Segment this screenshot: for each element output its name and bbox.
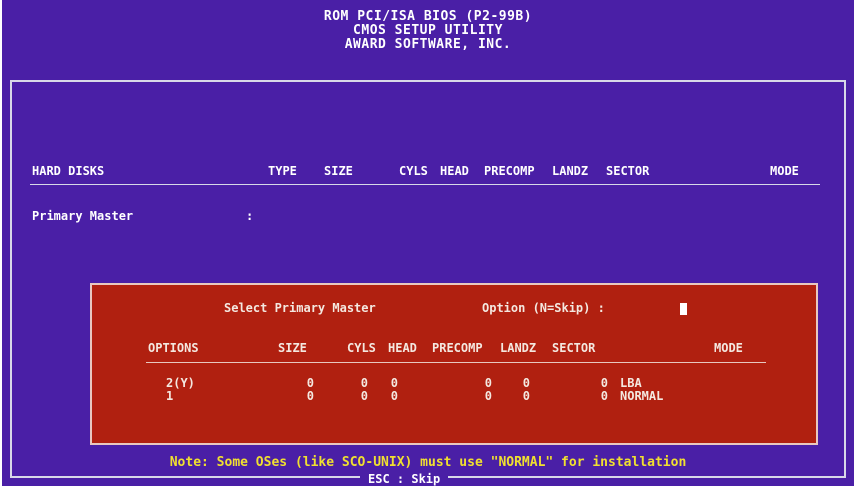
col-precomp: PRECOMP xyxy=(484,164,535,178)
col-hard-disks: HARD DISKS xyxy=(32,164,105,178)
dcol-sector: SECTOR xyxy=(552,341,596,355)
vendor-title: AWARD SOFTWARE, INC. xyxy=(344,37,512,52)
col-size: SIZE xyxy=(324,164,353,178)
option-size: 0 xyxy=(306,389,314,403)
dcol-precomp: PRECOMP xyxy=(432,341,483,355)
dcol-landz: LANDZ xyxy=(500,341,537,355)
option-mode: LBA xyxy=(620,376,642,390)
option-cyls: 0 xyxy=(360,389,368,403)
bios-screen: ROM PCI/ISA BIOS (P2-99B) CMOS SETUP UTI… xyxy=(2,0,854,486)
bios-header: ROM PCI/ISA BIOS (P2-99B) CMOS SETUP UTI… xyxy=(2,0,854,80)
option-id: 1 xyxy=(166,389,174,403)
dcol-head: HEAD xyxy=(388,341,417,355)
installation-note: Note: Some OSes (like SCO-UNIX) must use… xyxy=(169,455,687,470)
col-head: HEAD xyxy=(440,164,469,178)
option-precomp: 0 xyxy=(484,389,492,403)
dcol-cyls: CYLS xyxy=(347,341,376,355)
option-prompt: Option (N=Skip) : xyxy=(482,301,605,315)
col-cyls: CYLS xyxy=(399,164,428,178)
option-cyls: 0 xyxy=(360,376,368,390)
col-sector: SECTOR xyxy=(606,164,650,178)
utility-title: CMOS SETUP UTILITY xyxy=(353,23,503,38)
col-type: TYPE xyxy=(268,164,297,178)
primary-master-label[interactable]: Primary Master xyxy=(32,209,133,223)
dcol-options: OPTIONS xyxy=(148,341,199,355)
dcol-size: SIZE xyxy=(278,341,307,355)
option-head: 0 xyxy=(390,376,398,390)
option-precomp: 0 xyxy=(484,376,492,390)
table-divider xyxy=(30,184,820,185)
option-head: 0 xyxy=(390,389,398,403)
option-input-cursor[interactable] xyxy=(680,303,687,315)
option-sector: 0 xyxy=(600,376,608,390)
option-landz: 0 xyxy=(522,389,530,403)
select-drive-dialog: Select Primary Master Option (N=Skip) : … xyxy=(90,283,818,445)
esc-skip-hint: ESC : Skip xyxy=(360,472,449,486)
col-landz: LANDZ xyxy=(552,164,589,178)
option-size: 0 xyxy=(306,376,314,390)
option-mode: NORMAL xyxy=(620,389,664,403)
dialog-divider xyxy=(146,362,766,363)
primary-master-sep: : xyxy=(246,209,254,223)
option-sector: 0 xyxy=(600,389,608,403)
bios-title: ROM PCI/ISA BIOS (P2-99B) xyxy=(323,9,533,24)
dcol-mode: MODE xyxy=(714,341,743,355)
option-id: 2(Y) xyxy=(166,376,195,390)
dialog-prompt: Select Primary Master xyxy=(224,301,376,315)
option-landz: 0 xyxy=(522,376,530,390)
col-mode: MODE xyxy=(770,164,799,178)
